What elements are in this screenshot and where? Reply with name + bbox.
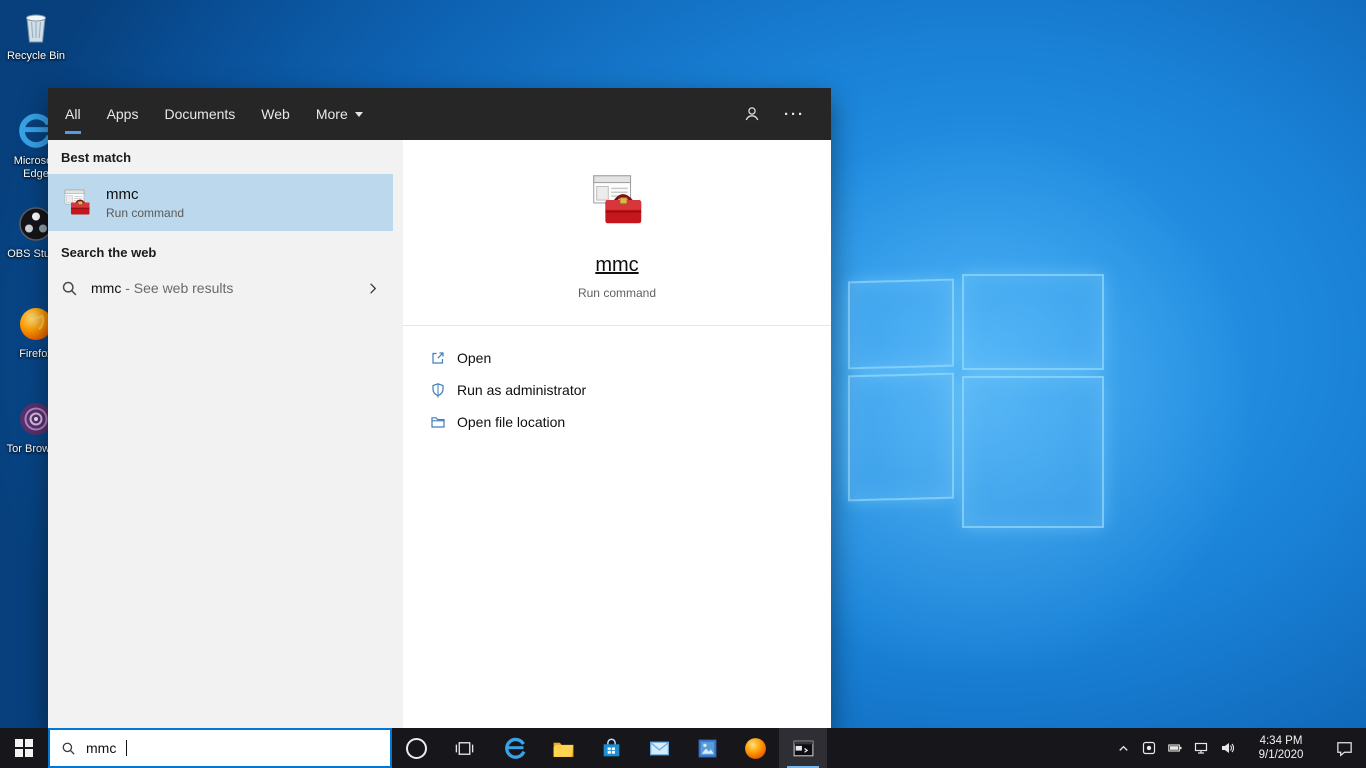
desktop: Recycle Bin Microsoft Edge OBS Studio Fi… [0, 0, 1366, 768]
taskbar-search-value: mmc [86, 740, 117, 756]
photos-icon [698, 739, 716, 757]
windows-wallpaper-logo [846, 272, 1104, 528]
web-query: mmc [91, 280, 122, 296]
task-view-button[interactable] [440, 728, 488, 768]
tab-label: Web [261, 106, 290, 122]
profile-icon[interactable] [742, 104, 762, 124]
tab-more[interactable]: More [316, 88, 363, 140]
result-title: mmc [106, 185, 139, 203]
preview-actions: Open Run as administrator Open file loca… [403, 342, 831, 438]
action-run-as-administrator[interactable]: Run as administrator [403, 374, 831, 406]
search-web-header: Search the web [61, 245, 157, 260]
open-icon [432, 352, 444, 364]
desktop-icon-label: Recycle Bin [6, 50, 66, 62]
search-flyout-panel: All Apps Documents Web More ··· Best mat… [48, 88, 831, 728]
taskbar-app-edge[interactable] [491, 728, 539, 768]
taskbar-app-photos[interactable] [683, 728, 731, 768]
search-results-column: Best match mmc Run command Search the we… [48, 140, 393, 728]
cortana-button[interactable] [392, 728, 440, 768]
taskbar-clock[interactable]: 4:34 PM 9/1/2020 [1240, 728, 1322, 768]
preview-title: mmc [595, 254, 639, 276]
action-open[interactable]: Open [403, 342, 831, 374]
action-label: Run as administrator [457, 382, 587, 398]
task-view-icon [455, 741, 473, 755]
tab-label: Documents [164, 106, 236, 122]
taskbar-app-firefox[interactable] [731, 728, 779, 768]
clock-date: 9/1/2020 [1258, 749, 1304, 761]
action-center-button[interactable] [1322, 728, 1366, 768]
best-match-result-mmc[interactable]: mmc Run command [48, 174, 393, 231]
mail-icon [649, 741, 669, 755]
taskbar: mmc 4:34 PM 9/1/2020 [0, 728, 1366, 768]
preview-divider [403, 325, 831, 326]
firefox-icon [744, 737, 766, 759]
mmc-toolbox-icon [64, 189, 90, 214]
web-result-text: mmc - See web results [91, 280, 233, 296]
action-open-file-location[interactable]: Open file location [403, 406, 831, 438]
tray-app-button[interactable] [1136, 728, 1162, 768]
tab-documents[interactable]: Documents [164, 88, 235, 140]
network-icon [1194, 742, 1208, 754]
tray-app-icon [1142, 741, 1156, 755]
terminal-icon [793, 740, 813, 756]
taskbar-search-box[interactable]: mmc [48, 728, 392, 768]
taskbar-app-mail[interactable] [635, 728, 683, 768]
more-options-button[interactable]: ··· [784, 106, 805, 123]
desktop-icon-recycle-bin[interactable]: Recycle Bin [0, 5, 72, 63]
mmc-toolbox-icon [593, 175, 642, 224]
system-tray: 4:34 PM 9/1/2020 [1110, 728, 1366, 768]
web-result-mmc[interactable]: mmc - See web results [48, 269, 393, 307]
text-cursor [126, 740, 128, 756]
search-icon [62, 281, 77, 295]
best-match-header: Best match [61, 150, 132, 165]
best-match-text: mmc Run command [106, 186, 184, 220]
taskbar-app-store[interactable] [587, 728, 635, 768]
recycle-bin-icon [15, 5, 57, 47]
chevron-down-icon [354, 111, 363, 117]
battery-icon [1168, 744, 1182, 752]
wallpaper-logo-pane [962, 274, 1104, 370]
tab-label: All [65, 106, 81, 122]
tab-web[interactable]: Web [261, 88, 290, 140]
tab-label: More [315, 106, 348, 122]
store-icon [603, 738, 619, 756]
network-button[interactable] [1188, 728, 1214, 768]
clock-time: 4:34 PM [1259, 735, 1303, 747]
start-button[interactable] [0, 728, 48, 768]
wallpaper-logo-pane [848, 372, 954, 502]
tray-overflow-button[interactable] [1110, 728, 1136, 768]
wallpaper-logo-pane [962, 376, 1104, 528]
tabbar-right-controls: ··· [742, 88, 831, 140]
action-center-icon [1336, 741, 1352, 757]
edge-icon [504, 737, 525, 759]
wallpaper-logo-pane [848, 278, 954, 370]
folder-icon [431, 417, 445, 428]
action-label: Open file location [457, 414, 566, 430]
volume-icon [1222, 743, 1235, 753]
result-subtitle: Run command [106, 205, 185, 220]
search-icon [62, 742, 75, 755]
tab-apps[interactable]: Apps [107, 88, 139, 140]
search-tabbar: All Apps Documents Web More ··· [48, 88, 831, 140]
tab-label: Apps [106, 106, 139, 122]
web-suffix: - See web results [121, 280, 234, 296]
action-label: Open [457, 350, 492, 366]
volume-button[interactable] [1214, 728, 1240, 768]
tab-all[interactable]: All [65, 88, 81, 140]
taskbar-app-file-explorer[interactable] [539, 728, 587, 768]
pinned-apps [491, 728, 827, 768]
file-explorer-icon [553, 742, 573, 757]
taskbar-app-terminal[interactable] [779, 728, 827, 768]
shield-icon [432, 383, 444, 398]
chevron-up-icon [1118, 745, 1128, 751]
chevron-right-icon[interactable] [365, 281, 380, 296]
cortana-icon [405, 737, 427, 759]
preview-subtitle: Run command [577, 286, 657, 300]
preview-pane: mmc Run command Open Run as administrato… [403, 140, 831, 728]
windows-logo-icon [15, 739, 33, 757]
battery-button[interactable] [1162, 728, 1188, 768]
